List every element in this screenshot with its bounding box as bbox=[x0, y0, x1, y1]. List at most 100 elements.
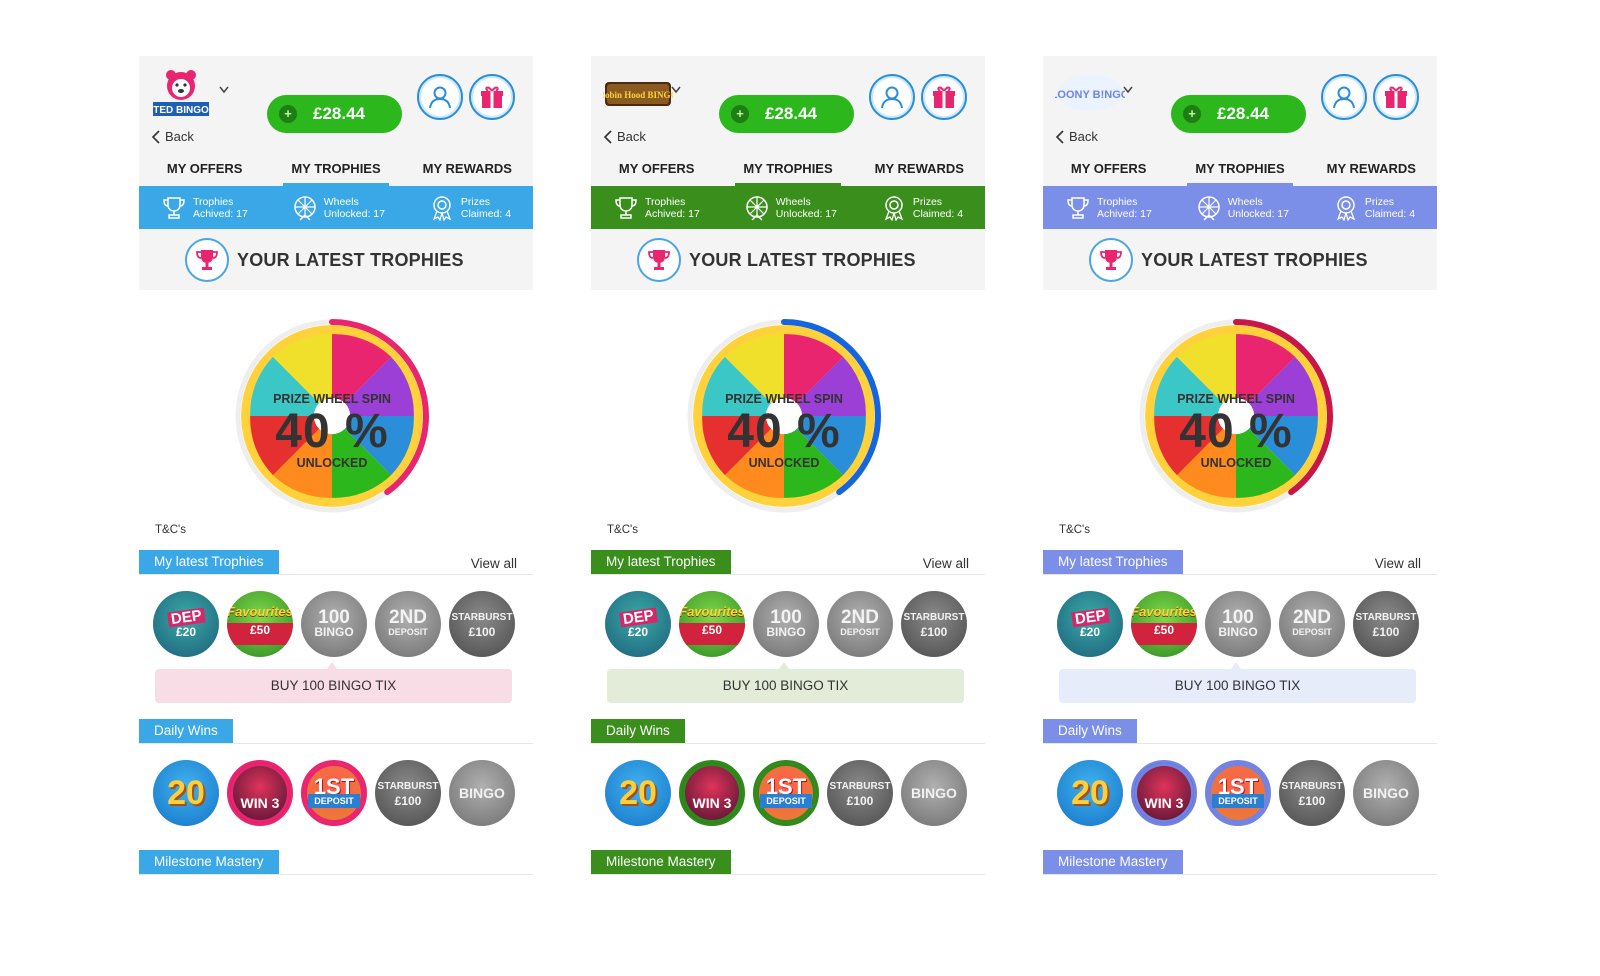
daily-badge-starburst[interactable]: STARBURST £100 bbox=[1279, 760, 1345, 826]
chevron-down-icon[interactable] bbox=[1123, 86, 1133, 94]
brand-logo[interactable]: Robin Hood BINGO bbox=[603, 68, 673, 118]
stats-bar: Trophies Achived: 17 Wheels Unlocked: 17 P… bbox=[591, 186, 985, 229]
daily-badge-starburst[interactable]: STARBURST £100 bbox=[375, 760, 441, 826]
trophy-badge-100-bingo[interactable]: 100 BINGO bbox=[1205, 591, 1271, 657]
account-tabs: MY OFFERS MY TROPHIES MY REWARDS bbox=[139, 156, 533, 186]
panel-ted-bingo: TED BINGO Back + £28.44 MY OFFERS MY TRO… bbox=[139, 56, 533, 906]
section-milestone-label: Milestone Mastery bbox=[591, 850, 731, 874]
section-milestone-label: Milestone Mastery bbox=[1043, 850, 1183, 874]
trophy-badge-2nd-deposit[interactable]: 2ND DEPOSIT bbox=[375, 591, 441, 657]
stat-trophies-value: Achived: 17 bbox=[192, 207, 248, 220]
daily-badge-starburst[interactable]: STARBURST £100 bbox=[827, 760, 893, 826]
latest-trophies-row: DEP £20 Favourites £50 100 BINGO 2ND DEPOSIT… bbox=[153, 591, 515, 657]
daily-badge-win-3[interactable]: WIN 3 bbox=[1131, 760, 1197, 826]
trophy-badge-100-bingo[interactable]: 100 BINGO bbox=[753, 591, 819, 657]
daily-badge-20[interactable]: 20 bbox=[153, 760, 219, 826]
trophy-badge-2nd-deposit[interactable]: 2ND DEPOSIT bbox=[827, 591, 893, 657]
gift-icon bbox=[481, 86, 503, 108]
trophy-badge-favourites[interactable]: Favourites £50 bbox=[679, 591, 745, 657]
badge-amount: £100 bbox=[468, 624, 496, 639]
daily-badge-bingo[interactable]: BINGO bbox=[1353, 760, 1419, 826]
daily-badge-win-3[interactable]: WIN 3 bbox=[679, 760, 745, 826]
trophy-outline-icon bbox=[163, 196, 185, 219]
trophy-badge-starburst[interactable]: STARBURST £100 bbox=[449, 591, 515, 657]
daily-badge-bingo[interactable]: BINGO bbox=[449, 760, 515, 826]
balance-button[interactable]: + £28.44 bbox=[719, 95, 854, 133]
stat-wheels: Wheels Unlocked: 17 bbox=[1196, 195, 1289, 221]
chevron-down-icon[interactable] bbox=[219, 86, 229, 94]
stat-trophies: Trophies Achived: 17 bbox=[613, 195, 700, 221]
tab-my-trophies[interactable]: MY TROPHIES bbox=[1174, 156, 1305, 186]
profile-button[interactable] bbox=[869, 74, 915, 120]
back-button[interactable]: Back bbox=[1055, 129, 1098, 144]
terms-link[interactable]: T&C's bbox=[1059, 524, 1090, 536]
latest-trophies-title: YOUR LATEST TROPHIES bbox=[237, 249, 464, 270]
trophy-badge-starburst[interactable]: STARBURST £100 bbox=[1353, 591, 1419, 657]
latest-trophies-title: YOUR LATEST TROPHIES bbox=[689, 249, 916, 270]
tab-my-trophies[interactable]: MY TROPHIES bbox=[270, 156, 401, 186]
daily-badge-20[interactable]: 20 bbox=[605, 760, 671, 826]
badge-text: 1ST bbox=[765, 773, 807, 799]
badge-text: BINGO bbox=[1363, 784, 1409, 801]
view-all-link[interactable]: View all bbox=[471, 556, 517, 571]
trophy-badge-dep-20[interactable]: DEP £20 bbox=[605, 591, 671, 657]
trophy-badge-dep-20[interactable]: DEP £20 bbox=[1057, 591, 1123, 657]
panel-loony-bingo: LOONY B!NGO Back + £28.44 MY OF bbox=[1043, 56, 1437, 906]
trophy-badge-2nd-deposit[interactable]: 2ND DEPOSIT bbox=[1279, 591, 1345, 657]
tab-my-offers[interactable]: MY OFFERS bbox=[591, 156, 722, 186]
trophy-icon bbox=[185, 238, 229, 282]
section-milestone-label: Milestone Mastery bbox=[139, 850, 279, 874]
trophy-badge-favourites[interactable]: Favourites £50 bbox=[1131, 591, 1197, 657]
daily-badge-bingo[interactable]: BINGO bbox=[901, 760, 967, 826]
badge-text: BINGO bbox=[459, 784, 505, 801]
terms-link[interactable]: T&C's bbox=[607, 524, 638, 536]
back-button[interactable]: Back bbox=[151, 129, 194, 144]
stats-bar: Trophies Achived: 17 Wheels Unlocked: 17 P… bbox=[139, 186, 533, 229]
profile-button[interactable] bbox=[417, 74, 463, 120]
trophy-badge-100-bingo[interactable]: 100 BINGO bbox=[301, 591, 367, 657]
rewards-gift-button[interactable] bbox=[1373, 74, 1419, 120]
profile-button[interactable] bbox=[1321, 74, 1367, 120]
trophy-badge-dep-20[interactable]: DEP £20 bbox=[153, 591, 219, 657]
daily-badge-1st-deposit[interactable]: 1ST DEPOSIT bbox=[1205, 760, 1271, 826]
brand-logo[interactable]: LOONY B!NGO bbox=[1055, 68, 1125, 118]
view-all-link[interactable]: View all bbox=[1375, 556, 1421, 571]
badge-amount: £100 bbox=[394, 793, 422, 808]
tab-my-offers[interactable]: MY OFFERS bbox=[139, 156, 270, 186]
add-funds-icon: + bbox=[279, 105, 297, 123]
daily-badge-20[interactable]: 20 bbox=[1057, 760, 1123, 826]
tab-my-rewards[interactable]: MY REWARDS bbox=[402, 156, 533, 186]
badge-text: DEP bbox=[1070, 606, 1110, 628]
tab-my-rewards[interactable]: MY REWARDS bbox=[854, 156, 985, 186]
balance-button[interactable]: + £28.44 bbox=[1171, 95, 1306, 133]
trophy-badge-starburst[interactable]: STARBURST £100 bbox=[901, 591, 967, 657]
daily-badge-1st-deposit[interactable]: 1ST DEPOSIT bbox=[301, 760, 367, 826]
brand-logo[interactable]: TED BINGO bbox=[151, 68, 221, 118]
daily-badge-win-3[interactable]: WIN 3 bbox=[227, 760, 293, 826]
trophy-hint: BUY 100 BINGO TIX bbox=[1059, 669, 1416, 703]
latest-trophies-heading: YOUR LATEST TROPHIES bbox=[637, 238, 916, 282]
tab-my-offers[interactable]: MY OFFERS bbox=[1043, 156, 1174, 186]
chevron-down-icon[interactable] bbox=[671, 86, 681, 94]
tab-my-trophies[interactable]: MY TROPHIES bbox=[722, 156, 853, 186]
trophy-icon bbox=[1089, 238, 1133, 282]
rewards-gift-button[interactable] bbox=[921, 74, 967, 120]
back-button[interactable]: Back bbox=[603, 129, 646, 144]
balance-button[interactable]: + £28.44 bbox=[267, 95, 402, 133]
user-icon bbox=[881, 86, 903, 109]
tab-my-rewards[interactable]: MY REWARDS bbox=[1306, 156, 1437, 186]
rewards-gift-button[interactable] bbox=[469, 74, 515, 120]
badge-text: 2ND bbox=[840, 606, 879, 628]
view-all-link[interactable]: View all bbox=[923, 556, 969, 571]
badge-text: Favourites bbox=[227, 603, 293, 619]
panel-robin-hood-bingo: Robin Hood BINGO Back + £28.44 bbox=[591, 56, 985, 906]
section-daily-label: Daily Wins bbox=[1043, 719, 1137, 743]
badge-amount: £100 bbox=[920, 624, 948, 639]
terms-link[interactable]: T&C's bbox=[155, 524, 186, 536]
progress-percent: 40 % bbox=[727, 405, 841, 458]
daily-badge-1st-deposit[interactable]: 1ST DEPOSIT bbox=[753, 760, 819, 826]
trophy-badge-favourites[interactable]: Favourites £50 bbox=[227, 591, 293, 657]
stat-wheels-value: Unlocked: 17 bbox=[775, 207, 837, 220]
logo-wordmark: TED BINGO bbox=[153, 105, 209, 116]
add-funds-icon: + bbox=[1183, 105, 1201, 123]
